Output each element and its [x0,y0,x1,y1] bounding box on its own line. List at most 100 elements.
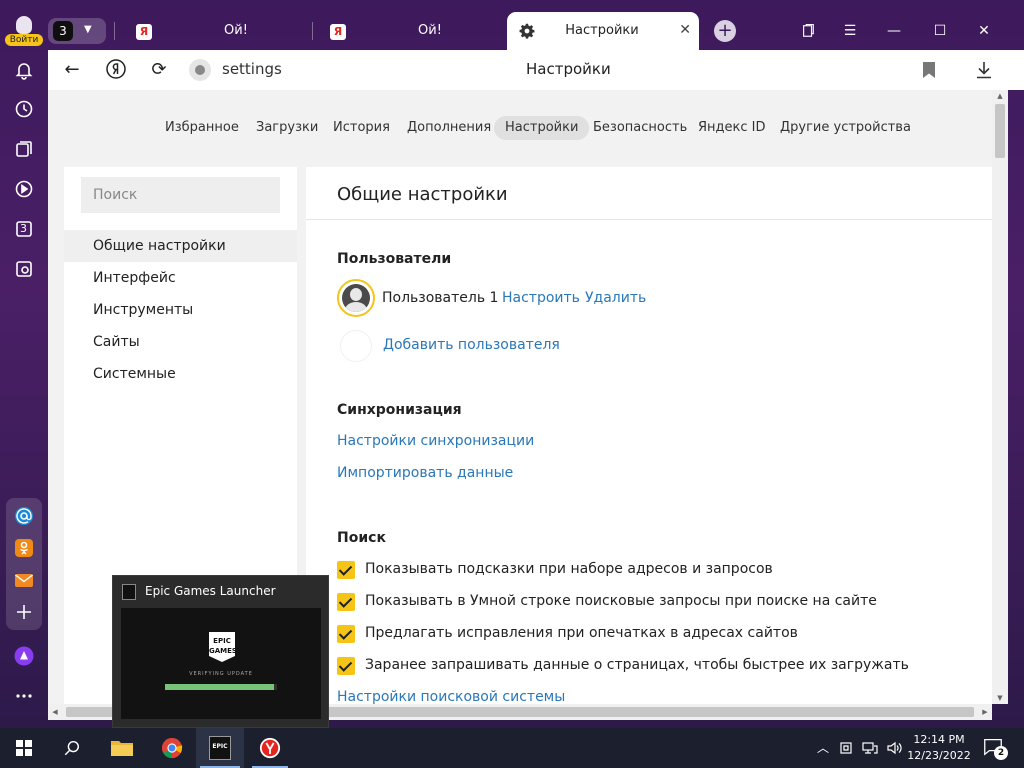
reload-icon[interactable]: ⟳ [147,58,171,82]
close-window-icon[interactable]: ✕ [964,12,1004,50]
preview-thumbnail: EPIC GAMES VERIFYING UPDATE [121,608,321,719]
file-explorer-button[interactable] [98,728,146,768]
maximize-icon[interactable]: ☐ [920,12,960,50]
folder-icon [111,741,133,756]
checkbox-checked[interactable] [337,657,355,675]
scroll-down-arrow-icon[interactable]: ▼ [992,692,1008,704]
tab-favorites[interactable]: Избранное [154,116,250,140]
scroll-right-arrow-icon[interactable]: ▶ [978,704,992,720]
minimize-icon[interactable]: — [874,12,914,50]
mail-at-icon[interactable] [10,502,38,530]
import-data-link[interactable]: Импортировать данные [337,465,513,481]
tab-yandex-id[interactable]: Яндекс ID [687,116,777,140]
checkbox-checked[interactable] [337,561,355,579]
checkbox-label: Заранее запрашивать данные о страницах, … [365,657,909,673]
sync-settings-link[interactable]: Настройки синхронизации [337,433,534,449]
scroll-left-arrow-icon[interactable]: ◀ [48,704,62,720]
user-avatar [337,279,375,317]
login-button[interactable]: Войти [5,14,43,46]
gear-icon [519,23,535,39]
scroll-up-arrow-icon[interactable]: ▲ [992,90,1008,102]
search-heading: Поиск [337,530,386,546]
tab-oy-1[interactable]: Я Ой! [116,12,310,50]
tray-chevron-up-icon[interactable]: ︿ [815,740,831,756]
tab-history[interactable]: История [322,116,401,140]
tab-extensions[interactable]: Дополнения [396,116,502,140]
back-arrow-icon[interactable]: ← [60,58,84,82]
more-dots-icon[interactable] [10,682,38,710]
windows-logo-icon [16,740,32,756]
tab-settings-page[interactable]: Настройки [494,116,590,140]
epic-games-taskbar-button[interactable]: EPIC [196,728,244,768]
notification-count-badge: 2 [994,746,1008,760]
chevron-down-icon: ▼ [84,24,92,35]
browser-sidebar: Войти 3 [0,0,48,728]
epic-games-icon [122,584,136,600]
tab-other-devices[interactable]: Другие устройства [769,116,922,140]
history-clock-icon[interactable] [10,95,38,123]
video-play-icon[interactable] [10,175,38,203]
user-name: Пользователь 1 [382,290,499,306]
vertical-scrollbar[interactable]: ▲ ▼ [992,90,1008,704]
settings-top-nav: Избранное Загрузки История Дополнения На… [48,116,992,140]
tab-title: Настройки [565,23,639,38]
checkbox-label: Показывать в Умной строке поисковые запр… [365,593,877,609]
scrollbar-thumb[interactable] [995,104,1005,158]
search-button[interactable] [48,728,96,768]
mail-envelope-icon[interactable] [10,566,38,594]
leftnav-sites[interactable]: Сайты [64,326,297,358]
tray-app-icon[interactable] [838,740,854,756]
yandex-home-icon[interactable] [104,58,128,82]
close-tab-icon[interactable]: ✕ [679,22,691,38]
configure-user-link[interactable]: Настроить [502,290,580,306]
add-user-avatar-placeholder [340,330,372,362]
download-icon[interactable] [973,59,995,81]
leftnav-tools[interactable]: Инструменты [64,294,297,326]
progress-fill [165,684,274,690]
settings-search-input[interactable] [81,177,280,213]
tab-list-button[interactable]: 3 ▼ [48,18,106,44]
volume-icon[interactable] [886,740,902,756]
checkbox-checked[interactable] [337,625,355,643]
menu-hamburger-icon[interactable]: ☰ [830,12,870,50]
add-service-plus-icon[interactable] [10,598,38,626]
tab-security[interactable]: Безопасность [582,116,698,140]
bell-icon[interactable] [10,56,38,84]
tab-separator [114,22,115,40]
checkbox-checked[interactable] [337,593,355,611]
pin-icon[interactable] [788,12,828,50]
taskbar-window-preview[interactable]: Epic Games Launcher EPIC GAMES VERIFYING… [112,575,329,728]
bookmark-icon[interactable] [923,62,935,78]
odnoklassniki-icon[interactable] [10,534,38,562]
leftnav-system[interactable]: Системные [64,358,297,390]
collections-icon[interactable] [10,135,38,163]
yandex-browser-taskbar-button[interactable] [246,728,294,768]
leftnav-interface[interactable]: Интерфейс [64,262,297,294]
network-icon[interactable] [862,740,878,756]
tab-downloads[interactable]: Загрузки [245,116,329,140]
search-icon [64,740,80,756]
tab-oy-2[interactable]: Я Ой! [310,12,504,50]
delete-user-link[interactable]: Удалить [585,290,646,306]
leftnav-general[interactable]: Общие настройки [64,230,297,262]
epic-games-icon: EPIC [209,736,231,760]
new-tab-plus-icon[interactable]: + [714,20,736,42]
search-engine-settings-link[interactable]: Настройки поисковой системы [337,689,565,704]
screenshot-camera-icon[interactable] [10,255,38,283]
update-progress-bar [165,684,277,690]
users-heading: Пользователи [337,251,452,267]
yandex-browser-icon [259,737,281,759]
login-label: Войти [5,34,43,46]
tab-counter-icon[interactable]: 3 [10,215,38,243]
clock-date: 12/23/2022 [907,749,971,762]
chrome-button[interactable] [148,728,196,768]
start-button[interactable] [0,728,48,768]
alice-assistant-icon[interactable] [10,642,38,670]
tab-settings[interactable]: Настройки ✕ [507,12,699,50]
system-clock[interactable]: 12:14 PM 12/23/2022 [906,732,972,764]
add-user-link[interactable]: Добавить пользователя [383,337,560,353]
url-text[interactable]: settings [222,60,282,78]
chrome-icon [161,737,183,759]
notification-center-button[interactable]: 2 [982,736,1008,760]
checkbox-label: Предлагать исправления при опечатках в а… [365,625,798,641]
